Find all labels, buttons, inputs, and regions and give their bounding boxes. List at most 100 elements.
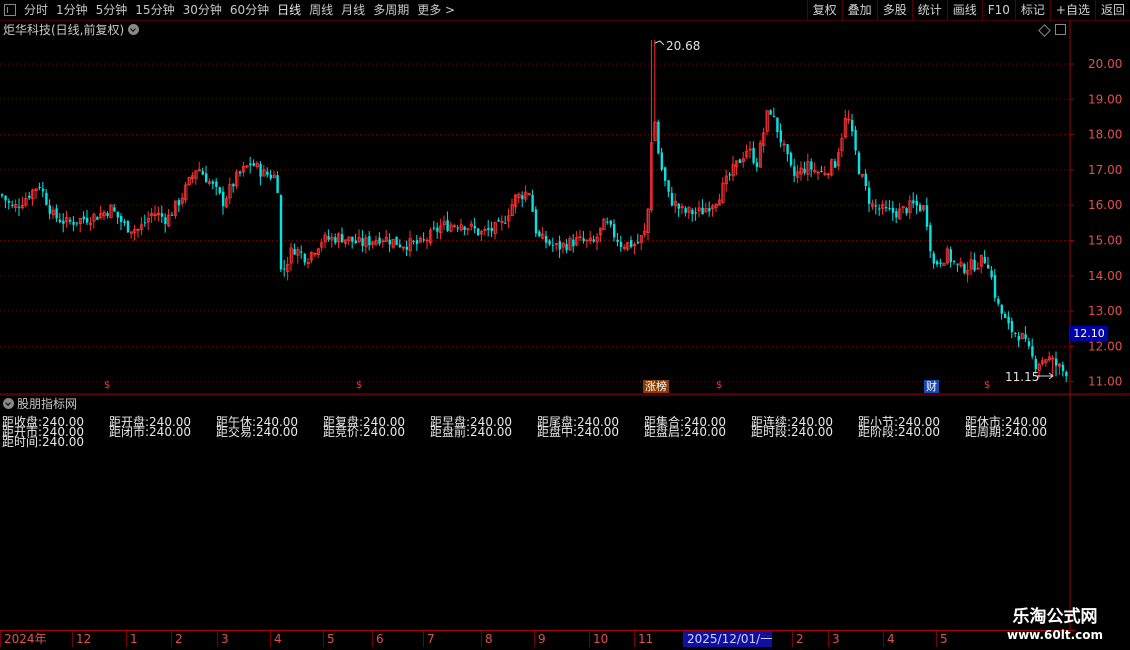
candle-body [218, 187, 221, 193]
candle-body [126, 220, 130, 233]
candle-body [548, 240, 551, 245]
dividend-marker[interactable]: $ [104, 380, 110, 391]
candle-body [18, 206, 21, 208]
candle-body [1010, 320, 1014, 333]
candle-body [177, 200, 181, 206]
candle-body [963, 264, 966, 273]
candle-body [810, 161, 813, 170]
candle-body [582, 238, 585, 242]
candle-body [205, 173, 208, 183]
candle-body [395, 236, 398, 245]
date-axis-label: 2 [792, 631, 804, 647]
indicator-value: 距竞价:240.00 [323, 425, 406, 439]
candle-body [259, 164, 262, 177]
candlestick-chart[interactable]: 20.00 19.00 18.00 17.00 16.00 15.00 14.00 13.00… [0, 0, 1130, 395]
candle-body [929, 225, 932, 252]
price-tick-label: 17.00 [1088, 163, 1122, 177]
candle-body [211, 181, 215, 184]
candle-body [677, 203, 680, 209]
candle-body [993, 275, 997, 298]
candle-body [592, 239, 595, 242]
candle-body [477, 228, 480, 235]
candle-body [41, 188, 45, 192]
date-axis-label: 9 [534, 631, 546, 647]
indicator-value: 距时间:240.00 [2, 435, 85, 449]
limit-up-badge[interactable]: 涨榜 [643, 380, 669, 393]
indicator-value: 距盘启:240.00 [644, 425, 727, 439]
candle-body [997, 298, 1000, 304]
candle-body [534, 209, 538, 234]
candle-body [789, 152, 793, 166]
candle-body [636, 241, 640, 244]
candle-body [456, 227, 459, 229]
candle-body [891, 207, 895, 213]
candle-body [279, 195, 283, 270]
candle-body [1055, 358, 1058, 366]
financial-badge[interactable]: 财 [924, 380, 939, 393]
candle-body [1061, 364, 1065, 372]
candle-body [551, 244, 555, 246]
candle-body [660, 152, 663, 170]
date-axis-label: 10 [589, 631, 608, 647]
candle-body [885, 207, 888, 209]
dividend-marker[interactable]: $ [716, 380, 722, 391]
price-tick-label: 19.00 [1088, 92, 1122, 106]
indicator-title: 股朋指标网 [17, 396, 78, 411]
date-axis-label: 7 [423, 631, 435, 647]
candle-body [1034, 358, 1037, 370]
candle-body [752, 147, 755, 163]
watermark-url: www.60lt.com [1006, 628, 1104, 642]
price-tick-label: 20.00 [1088, 57, 1122, 71]
candle-body [545, 236, 548, 243]
candle-body [905, 208, 908, 214]
candle-body [436, 227, 439, 232]
candle-body [1017, 335, 1020, 341]
dividend-marker[interactable]: $ [356, 380, 362, 391]
candle-body [708, 208, 711, 212]
dividend-marker[interactable]: $ [984, 380, 990, 391]
chevron-down-icon[interactable] [3, 397, 14, 409]
candle-body [888, 207, 891, 209]
candle-body [222, 191, 225, 207]
date-axis-label: 1 [126, 631, 138, 647]
date-axis-label: 3 [828, 631, 840, 647]
indicator-value: 距交易:240.00 [216, 425, 299, 439]
candle-body [613, 224, 616, 238]
price-tick-label: 14.00 [1088, 269, 1122, 283]
candle-body [558, 241, 561, 250]
candle-body [1031, 346, 1034, 357]
candle-body [1065, 371, 1068, 377]
candle-body [854, 130, 857, 151]
candle-body [463, 226, 466, 230]
date-axis-label: 5 [936, 631, 948, 647]
candle-body [953, 261, 956, 263]
candle-body [973, 259, 976, 271]
candle-body [160, 213, 164, 217]
candle-body [266, 171, 269, 175]
candle-body [327, 236, 330, 240]
candle-body [62, 220, 65, 224]
candle-body [86, 217, 89, 223]
candle-body [490, 227, 493, 231]
date-axis-label: 5 [323, 631, 335, 647]
candle-body [113, 207, 116, 212]
candle-body [728, 174, 731, 176]
price-tick-label: 13.00 [1088, 304, 1122, 318]
current-date-label: 2025/12/01/一 [683, 631, 773, 647]
candle-body [755, 162, 759, 167]
candle-body [851, 120, 854, 132]
candle-body [48, 205, 51, 214]
candle-body [96, 216, 99, 220]
candle-body [1000, 304, 1003, 314]
candle-body [694, 212, 697, 214]
indicator-value: 距阶段:240.00 [858, 425, 941, 439]
indicator-value: 距盘前:240.00 [430, 425, 513, 439]
candle-body [283, 268, 286, 270]
candle-body [504, 222, 507, 224]
candle-body [769, 110, 772, 115]
price-tick-label: 18.00 [1088, 128, 1122, 142]
candle-body [388, 239, 391, 245]
candle-body [120, 216, 123, 222]
candle-body [116, 211, 119, 218]
candle-body [11, 204, 14, 206]
